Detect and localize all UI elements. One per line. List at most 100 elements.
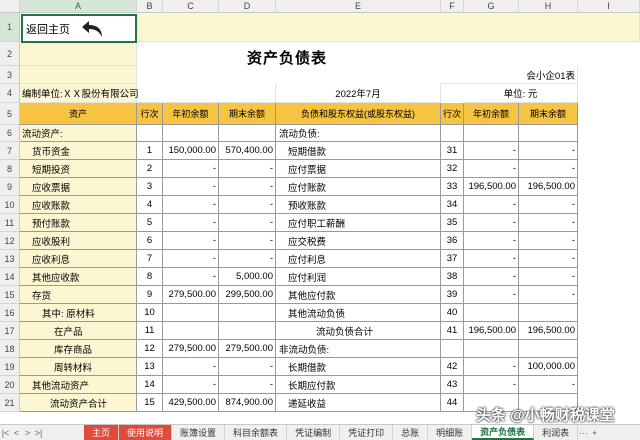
table-cell[interactable]: 其他应付款: [276, 286, 441, 304]
table-cell[interactable]: 39: [441, 286, 464, 304]
sheet-nav-button[interactable]: <: [11, 428, 22, 438]
table-cell[interactable]: 279,500.00: [219, 340, 276, 358]
table-cell[interactable]: -: [519, 196, 578, 214]
table-cell[interactable]: -: [464, 160, 519, 178]
row-header-8[interactable]: 8: [0, 160, 20, 178]
table-cell[interactable]: -: [163, 214, 219, 232]
table-cell[interactable]: -: [464, 250, 519, 268]
back-to-home-button[interactable]: 返回主页: [21, 14, 137, 43]
table-cell[interactable]: -: [519, 142, 578, 160]
table-cell[interactable]: [137, 125, 163, 142]
table-cell[interactable]: 14: [137, 376, 163, 394]
row-header-9[interactable]: 9: [0, 178, 20, 196]
table-cell[interactable]: -: [219, 358, 276, 376]
table-cell[interactable]: [219, 125, 276, 142]
table-cell[interactable]: -: [464, 286, 519, 304]
sheet-tab[interactable]: 明细账: [428, 425, 473, 440]
row-header-5[interactable]: 5: [0, 103, 20, 125]
table-cell[interactable]: 长期借款: [276, 358, 441, 376]
table-cell[interactable]: 长期应付款: [276, 376, 441, 394]
table-cell[interactable]: 150,000.00: [163, 142, 219, 160]
table-cell[interactable]: 13: [137, 358, 163, 376]
table-cell[interactable]: 7: [137, 250, 163, 268]
table-cell[interactable]: 2: [137, 160, 163, 178]
row-header-16[interactable]: 16: [0, 304, 20, 322]
table-cell[interactable]: 其他流动资产: [20, 376, 137, 394]
table-cell[interactable]: 库存商品: [20, 340, 137, 358]
add-sheet-button[interactable]: +: [589, 428, 600, 438]
table-cell[interactable]: 34: [441, 196, 464, 214]
table-cell[interactable]: 其他应收款: [20, 268, 137, 286]
row-header-11[interactable]: 11: [0, 214, 20, 232]
table-cell[interactable]: -: [219, 376, 276, 394]
table-cell[interactable]: 短期投资: [20, 160, 137, 178]
table-cell[interactable]: 40: [441, 304, 464, 322]
table-cell[interactable]: [464, 340, 519, 358]
row-header-7[interactable]: 7: [0, 142, 20, 160]
table-cell[interactable]: -: [163, 178, 219, 196]
table-cell[interactable]: 196,500.00: [464, 322, 519, 340]
table-cell[interactable]: 预收账款: [276, 196, 441, 214]
more-tabs-button[interactable]: ···: [578, 428, 589, 438]
row-header-20[interactable]: 20: [0, 376, 20, 394]
table-cell[interactable]: 递延收益: [276, 394, 441, 412]
col-a-cell[interactable]: [20, 42, 137, 66]
table-cell[interactable]: [464, 304, 519, 322]
table-cell[interactable]: 货币资金: [20, 142, 137, 160]
table-cell[interactable]: 196,500.00: [519, 322, 578, 340]
row-header-21[interactable]: 21: [0, 394, 20, 412]
table-cell[interactable]: [163, 125, 219, 142]
table-cell[interactable]: 应付票据: [276, 160, 441, 178]
table-cell[interactable]: 6: [137, 232, 163, 250]
table-cell[interactable]: -: [464, 142, 519, 160]
table-cell[interactable]: 100,000.00: [519, 358, 578, 376]
table-cell[interactable]: -: [519, 214, 578, 232]
table-cell[interactable]: 196,500.00: [464, 178, 519, 196]
table-cell[interactable]: 37: [441, 250, 464, 268]
table-cell[interactable]: [464, 125, 519, 142]
table-cell[interactable]: [519, 125, 578, 142]
table-cell[interactable]: [163, 322, 219, 340]
table-cell[interactable]: 429,500.00: [163, 394, 219, 412]
table-cell[interactable]: 应付利润: [276, 268, 441, 286]
table-cell[interactable]: [441, 340, 464, 358]
sheet-tab[interactable]: 总账: [393, 425, 429, 440]
table-cell[interactable]: 874,900.00: [219, 394, 276, 412]
row-header-2[interactable]: 2: [0, 42, 20, 66]
table-cell[interactable]: [441, 125, 464, 142]
table-cell[interactable]: 12: [137, 340, 163, 358]
column-header-c[interactable]: C: [163, 0, 219, 13]
table-cell[interactable]: -: [519, 376, 578, 394]
table-cell[interactable]: [219, 322, 276, 340]
table-cell[interactable]: 应收账款: [20, 196, 137, 214]
table-cell[interactable]: 应付职工薪酬: [276, 214, 441, 232]
table-cell[interactable]: 8: [137, 268, 163, 286]
table-cell[interactable]: -: [219, 196, 276, 214]
column-header-d[interactable]: D: [219, 0, 276, 13]
row-header-10[interactable]: 10: [0, 196, 20, 214]
table-cell[interactable]: 279,500.00: [163, 340, 219, 358]
table-cell[interactable]: 42: [441, 358, 464, 376]
table-cell[interactable]: -: [464, 232, 519, 250]
table-cell[interactable]: -: [219, 214, 276, 232]
table-cell[interactable]: -: [163, 358, 219, 376]
table-cell[interactable]: 应收股利: [20, 232, 137, 250]
row-header-15[interactable]: 15: [0, 286, 20, 304]
table-cell[interactable]: 31: [441, 142, 464, 160]
column-header-h[interactable]: H: [519, 0, 578, 13]
table-cell[interactable]: -: [519, 250, 578, 268]
table-cell[interactable]: -: [464, 358, 519, 376]
col-a-cell[interactable]: [20, 66, 137, 84]
sheet-tab[interactable]: 科目余额表: [225, 425, 288, 440]
sheet-tab[interactable]: 资产负债表: [472, 425, 535, 440]
table-cell[interactable]: 应付账款: [276, 178, 441, 196]
table-cell[interactable]: 应收利息: [20, 250, 137, 268]
table-cell[interactable]: 4: [137, 196, 163, 214]
table-cell[interactable]: 3: [137, 178, 163, 196]
table-cell[interactable]: [163, 304, 219, 322]
table-cell[interactable]: [519, 340, 578, 358]
column-header-a[interactable]: A: [20, 0, 137, 13]
table-cell[interactable]: 279,500.00: [163, 286, 219, 304]
table-cell[interactable]: 33: [441, 178, 464, 196]
sheet-tab[interactable]: 凭证编制: [287, 425, 341, 440]
